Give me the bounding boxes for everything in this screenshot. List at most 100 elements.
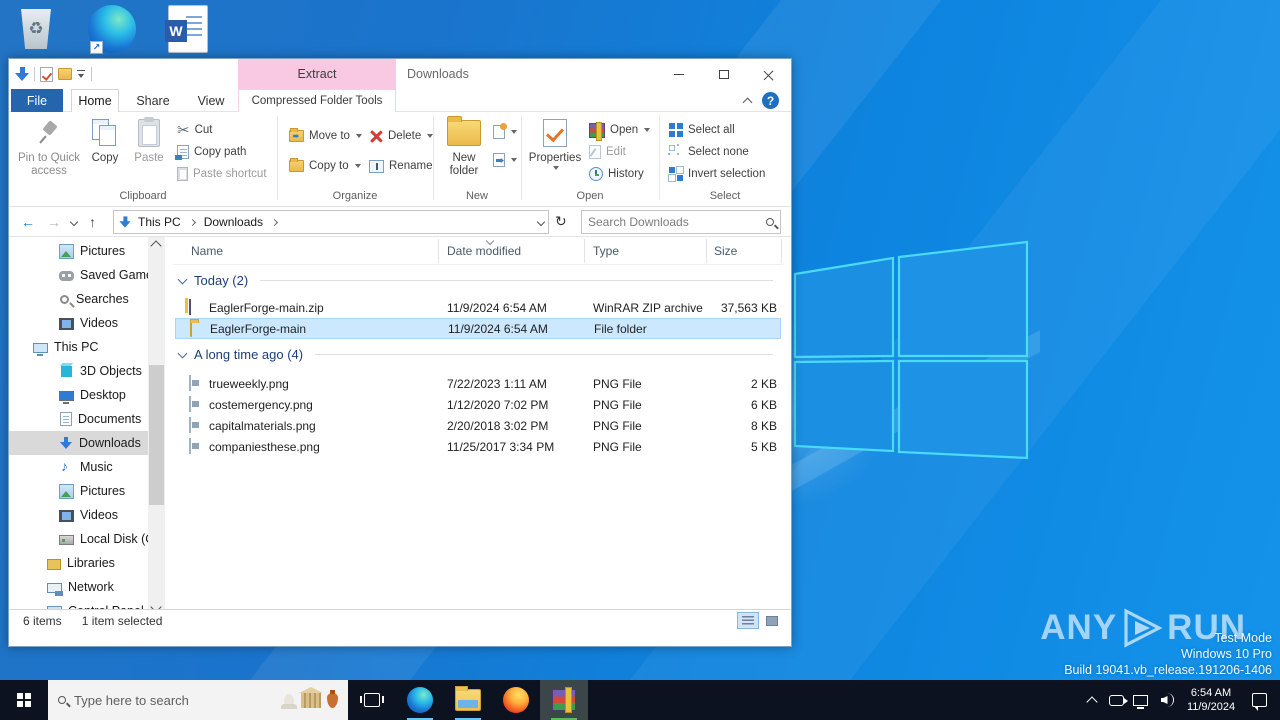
column-header-size[interactable]: Size bbox=[714, 244, 737, 258]
sidebar-item-searches[interactable]: Searches bbox=[9, 287, 148, 311]
sidebar-item-downloads[interactable]: Downloads bbox=[9, 431, 148, 455]
show-hidden-icons-button[interactable] bbox=[1080, 680, 1104, 720]
collapse-ribbon-button[interactable] bbox=[739, 93, 755, 109]
breadcrumb-this-pc[interactable]: This PC bbox=[136, 215, 183, 229]
tab-file[interactable]: File bbox=[11, 89, 63, 112]
sidebar-scrollbar[interactable] bbox=[148, 237, 165, 619]
taskbar-explorer-button[interactable] bbox=[444, 680, 492, 720]
close-button[interactable] bbox=[746, 59, 791, 89]
tab-view[interactable]: View bbox=[187, 89, 235, 112]
minimize-button[interactable] bbox=[656, 59, 701, 89]
taskbar-clock[interactable]: 6:54 AM 11/9/2024 bbox=[1176, 686, 1246, 714]
scrollbar-thumb[interactable] bbox=[149, 365, 164, 505]
cut-button[interactable]: Cut bbox=[177, 120, 212, 140]
refresh-button[interactable]: ↻ bbox=[555, 213, 567, 230]
tab-share[interactable]: Share bbox=[129, 89, 177, 112]
volume-button[interactable] bbox=[1152, 680, 1176, 720]
file-row-trueweekly[interactable]: trueweekly.png 7/22/2023 1:11 AM PNG Fil… bbox=[175, 373, 781, 394]
new-item-button[interactable] bbox=[493, 122, 517, 142]
help-button[interactable]: ? bbox=[762, 92, 779, 109]
delete-button[interactable]: Delete bbox=[369, 126, 433, 146]
taskbar-edge-button[interactable] bbox=[396, 680, 444, 720]
taskbar-search[interactable] bbox=[48, 680, 348, 720]
new-folder-button[interactable]: New folder bbox=[441, 116, 487, 178]
search-input[interactable] bbox=[588, 215, 766, 229]
title-bar[interactable]: Extract Downloads bbox=[9, 59, 791, 89]
copy-button[interactable]: Copy bbox=[85, 116, 125, 165]
maximize-button[interactable] bbox=[701, 59, 746, 89]
recent-locations-dropdown[interactable] bbox=[70, 218, 78, 226]
sidebar-item-local-disk[interactable]: Local Disk (C:) bbox=[9, 527, 148, 551]
column-header-date[interactable]: Date modified bbox=[447, 244, 521, 258]
paste-shortcut-button[interactable]: Paste shortcut bbox=[177, 164, 267, 184]
taskbar-search-input[interactable] bbox=[74, 693, 276, 708]
up-button[interactable]: ↑ bbox=[89, 214, 96, 230]
group-collapse-icon[interactable] bbox=[178, 349, 188, 359]
edit-button[interactable]: Edit bbox=[589, 142, 626, 162]
copy-path-button[interactable]: Copy path bbox=[177, 142, 246, 162]
customize-qat-icon[interactable] bbox=[77, 70, 86, 79]
breadcrumb-downloads[interactable]: Downloads bbox=[202, 215, 265, 229]
sidebar-item-desktop[interactable]: Desktop bbox=[9, 383, 148, 407]
network-button[interactable] bbox=[1128, 680, 1152, 720]
easy-access-button[interactable] bbox=[493, 150, 517, 170]
column-divider[interactable] bbox=[584, 239, 585, 263]
task-view-button[interactable] bbox=[348, 680, 396, 720]
file-row-eaglerforge-folder[interactable]: EaglerForge-main 11/9/2024 6:54 AM File … bbox=[175, 318, 781, 339]
tab-home[interactable]: Home bbox=[71, 89, 119, 112]
file-row-costemergency[interactable]: costemergency.png 1/12/2020 7:02 PM PNG … bbox=[175, 394, 781, 415]
thumbnail-view-button[interactable] bbox=[761, 612, 783, 629]
sidebar-item-3d-objects[interactable]: 3D Objects bbox=[9, 359, 148, 383]
scroll-up-icon[interactable] bbox=[150, 240, 161, 251]
contextual-tab-header[interactable]: Extract bbox=[238, 59, 396, 89]
start-button[interactable] bbox=[0, 680, 48, 720]
tab-compressed-folder-tools[interactable]: Compressed Folder Tools bbox=[238, 89, 396, 112]
new-folder-qat-icon[interactable] bbox=[58, 68, 72, 80]
address-dropdown-icon[interactable] bbox=[537, 218, 545, 226]
sidebar-item-saved-games[interactable]: Saved Games bbox=[9, 263, 148, 287]
address-bar[interactable]: This PC Downloads bbox=[113, 210, 549, 234]
action-center-button[interactable] bbox=[1246, 680, 1280, 720]
history-button[interactable]: History bbox=[589, 164, 644, 184]
select-all-button[interactable]: Select all bbox=[669, 120, 735, 140]
move-to-button[interactable]: Move to bbox=[289, 126, 362, 146]
sidebar-item-music[interactable]: Music bbox=[9, 455, 148, 479]
meet-now-button[interactable] bbox=[1104, 680, 1128, 720]
column-divider[interactable] bbox=[781, 239, 782, 263]
paste-button[interactable]: Paste bbox=[129, 116, 169, 165]
details-view-button[interactable] bbox=[737, 612, 759, 629]
file-row-companiesthese[interactable]: companiesthese.png 11/25/2017 3:34 PM PN… bbox=[175, 436, 781, 457]
rename-button[interactable]: Rename bbox=[369, 156, 432, 176]
sidebar-item-network[interactable]: Network bbox=[9, 575, 148, 599]
taskbar-firefox-button[interactable] bbox=[492, 680, 540, 720]
select-none-button[interactable]: Select none bbox=[669, 142, 749, 162]
file-row-eaglerforge-zip[interactable]: EaglerForge-main.zip 11/9/2024 6:54 AM W… bbox=[175, 297, 781, 318]
invert-selection-button[interactable]: Invert selection bbox=[669, 164, 765, 184]
sidebar-item-pictures[interactable]: Pictures bbox=[9, 479, 148, 503]
column-divider[interactable] bbox=[706, 239, 707, 263]
group-collapse-icon[interactable] bbox=[178, 275, 188, 285]
column-header-type[interactable]: Type bbox=[593, 244, 619, 258]
properties-button[interactable]: Properties bbox=[527, 116, 583, 170]
column-divider[interactable] bbox=[438, 239, 439, 263]
back-button[interactable]: ← bbox=[21, 214, 35, 230]
properties-qat-icon[interactable] bbox=[40, 67, 53, 82]
forward-button[interactable]: → bbox=[47, 214, 61, 230]
group-header-today[interactable]: Today (2) bbox=[173, 273, 773, 288]
word-document-icon[interactable]: W bbox=[162, 2, 214, 56]
sidebar-item-videos[interactable]: Videos bbox=[9, 503, 148, 527]
recycle-bin-icon[interactable] bbox=[10, 2, 62, 56]
sidebar-item-pictures-user[interactable]: Pictures bbox=[9, 239, 148, 263]
pin-to-quick-access-button[interactable]: Pin to Quick access bbox=[17, 116, 81, 178]
sidebar-item-this-pc[interactable]: This PC bbox=[9, 335, 148, 359]
edge-shortcut-icon[interactable] bbox=[86, 2, 138, 56]
downloads-folder-icon[interactable] bbox=[15, 67, 29, 81]
column-header-name[interactable]: Name bbox=[191, 244, 223, 258]
sidebar-item-videos-user[interactable]: Videos bbox=[9, 311, 148, 335]
open-button[interactable]: Open bbox=[589, 120, 650, 140]
search-box[interactable] bbox=[581, 210, 781, 234]
group-header-long-time-ago[interactable]: A long time ago (4) bbox=[173, 347, 773, 362]
file-row-capitalmaterials[interactable]: capitalmaterials.png 2/20/2018 3:02 PM P… bbox=[175, 415, 781, 436]
copy-to-button[interactable]: Copy to bbox=[289, 156, 361, 176]
sidebar-item-documents[interactable]: Documents bbox=[9, 407, 148, 431]
